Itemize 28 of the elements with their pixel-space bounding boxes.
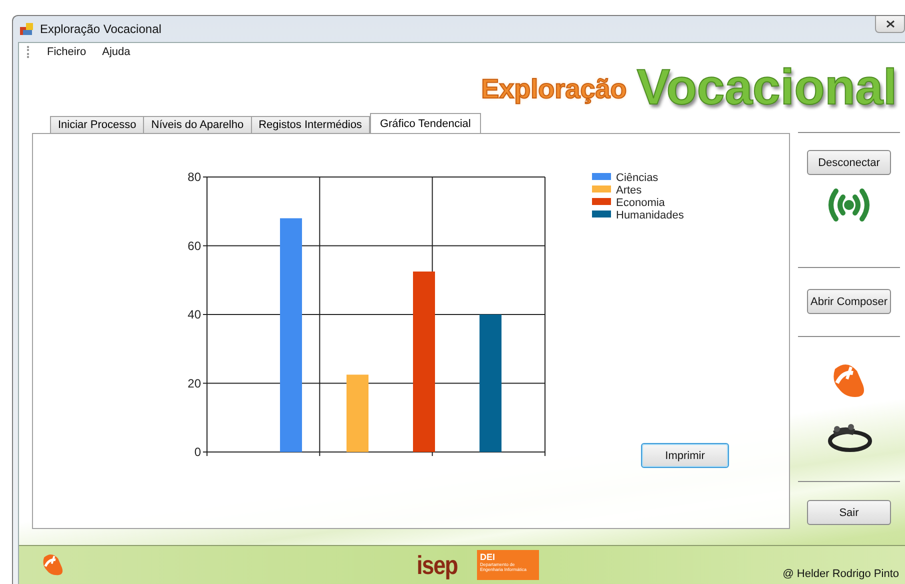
print-button[interactable]: Imprimir [641, 443, 729, 468]
menu-item[interactable]: Ficheiro [39, 46, 94, 58]
axis-label: 80 [188, 170, 201, 184]
disconnect-button[interactable]: Desconectar [807, 150, 891, 175]
tab[interactable]: Iniciar Processo [50, 116, 144, 133]
tab[interactable]: Níveis do Aparelho [143, 116, 252, 133]
exit-button[interactable]: Sair [807, 500, 891, 525]
tab[interactable]: Registos Intermédios [250, 116, 370, 133]
window-title: Exploração Vocacional [40, 22, 162, 36]
axis-label: 20 [188, 376, 201, 390]
legend-label: Artes [616, 184, 642, 196]
axis-label: 60 [188, 238, 201, 253]
legend-label: Humanidades [616, 210, 684, 222]
axis-label: 40 [188, 308, 201, 322]
legend-label: Ciências [616, 172, 658, 184]
axis-label: 0 [194, 445, 201, 459]
logo-subtitle: Exploração [481, 74, 627, 105]
tab[interactable]: Gráfico Tendencial [370, 113, 481, 133]
isep-logo: isep [416, 550, 458, 580]
legend-label: Economia [616, 197, 665, 209]
close-icon [886, 20, 894, 28]
composer-button[interactable]: Abrir Composer [807, 289, 891, 314]
headset-icon [825, 423, 873, 453]
author-credit: @ Helder Rodrigo Pinto [782, 568, 899, 580]
menu-item[interactable]: Ajuda [94, 46, 138, 58]
logo-title: Vocacional [636, 61, 897, 113]
app-icon [20, 22, 34, 36]
close-button[interactable] [875, 16, 905, 33]
